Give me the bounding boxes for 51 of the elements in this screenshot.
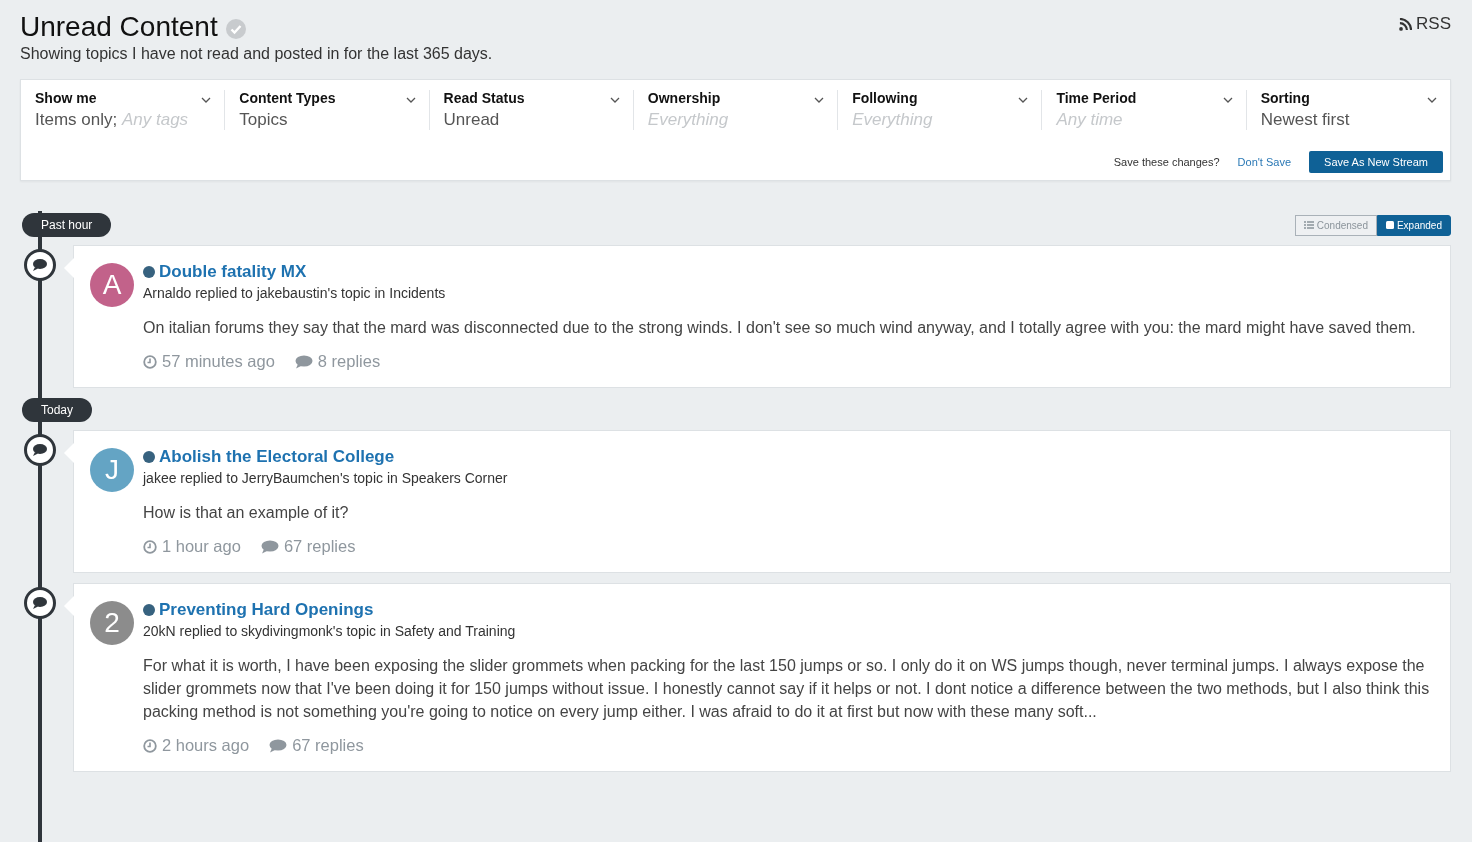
topic-title-link[interactable]: Abolish the Electoral College xyxy=(159,447,395,467)
clock-icon xyxy=(143,354,157,369)
topic-title-link[interactable]: Double fatality MX xyxy=(159,262,307,282)
avatar-letter: A xyxy=(90,263,134,307)
clock-icon xyxy=(143,539,157,554)
post-excerpt: For what it is worth, I have been exposing the slider grommets when packing for the last 150 jumps or so. I only do it on WS jumps though, never terminal jumps. I always expose the slider grommets now that I've been doing it for 150 jumps without issue. I honestly cannot say if it helps or not. I dont notice a difference between the two methods, but I also think this packing method is not something you're going to notice on every jump either. I was afraid to do it at first but now with these many soft... xyxy=(143,656,1430,722)
time-group-label: Past hour xyxy=(22,213,112,237)
square-icon xyxy=(1385,221,1394,229)
post-time: 1 hour ago xyxy=(143,537,241,556)
list-icon xyxy=(1303,221,1314,229)
activity-meta: Arnaldo replied to jakebaustin's topic in Incidents xyxy=(143,285,447,301)
avatar-letter: J xyxy=(90,448,134,492)
chevron-down-icon xyxy=(201,96,212,103)
rss-link[interactable]: RSS xyxy=(1399,14,1451,34)
post-excerpt: How is that an example of it? xyxy=(143,503,350,523)
reply-count: 67 replies xyxy=(269,736,364,755)
speech-bubble-icon xyxy=(294,354,313,369)
activity-meta: jakee replied to JerryBaumchen's topic in Speakers Corner xyxy=(143,470,509,486)
dont-save-link[interactable]: Don't Save xyxy=(1237,156,1292,168)
clock-icon xyxy=(143,738,157,753)
activity-meta: 20kN replied to skydivingmonk's topic in Safety and Training xyxy=(143,623,517,639)
time-group-label: Today xyxy=(22,398,93,422)
chevron-down-icon xyxy=(1018,96,1029,103)
filter-dropdown[interactable]: Ownership Everything xyxy=(632,90,838,130)
post-time: 57 minutes ago xyxy=(143,352,275,371)
page-subtitle: Showing topics I have not read and posted in for the last 365 days. xyxy=(20,45,493,63)
filter-dropdown[interactable]: Show me Items only; Any tags xyxy=(21,90,225,130)
speech-bubble-icon xyxy=(269,738,288,753)
chevron-down-icon xyxy=(1426,96,1437,103)
filter-dropdown[interactable]: Time Period Any time xyxy=(1041,90,1246,130)
post-excerpt: On italian forums they say that the mard was disconnected due to the strong winds. I don't see so much wind anyway, and I totally agree with you: the mard might have saved them. xyxy=(143,318,1417,338)
check-badge-icon xyxy=(225,19,246,39)
save-prompt: Save these changes? xyxy=(1113,156,1220,168)
save-stream-button[interactable]: Save As New Stream xyxy=(1309,151,1443,173)
filter-dropdown[interactable]: Content Types Topics xyxy=(224,90,429,130)
topic-title-link[interactable]: Preventing Hard Openings xyxy=(159,600,374,620)
post-time: 2 hours ago xyxy=(143,736,250,755)
speech-bubble-icon xyxy=(260,539,279,554)
reply-count: 67 replies xyxy=(260,537,356,556)
filter-dropdown[interactable]: Read Status Unread xyxy=(428,90,633,130)
chevron-down-icon xyxy=(1222,96,1233,103)
view-toggle-button[interactable]: Expanded xyxy=(1376,214,1451,236)
avatar-letter: 2 xyxy=(90,601,134,645)
rss-icon xyxy=(1399,17,1413,31)
chevron-down-icon xyxy=(814,96,825,103)
chevron-down-icon xyxy=(405,96,416,103)
page-title: Unread Content xyxy=(20,10,218,44)
chevron-down-icon xyxy=(609,96,620,103)
filter-dropdown[interactable]: Following Everything xyxy=(837,90,1042,130)
reply-count: 8 replies xyxy=(294,352,381,371)
filter-dropdown[interactable]: Sorting Newest first xyxy=(1245,90,1450,130)
